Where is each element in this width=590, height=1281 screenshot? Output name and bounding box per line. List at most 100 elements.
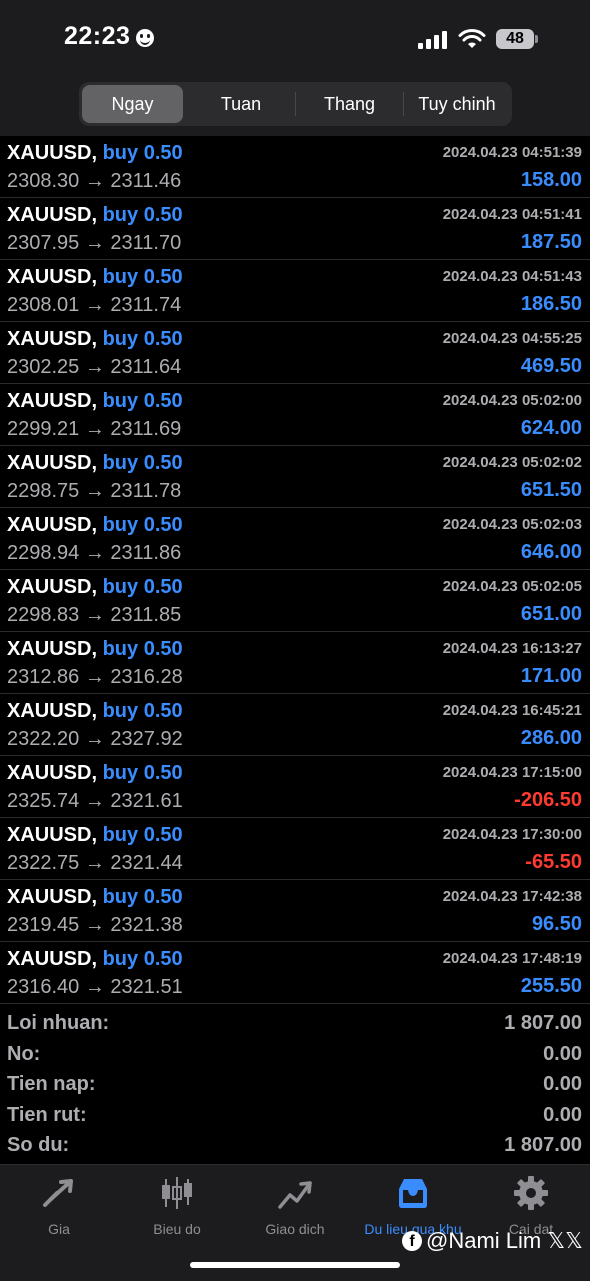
- open-price: 2319.45: [7, 914, 80, 936]
- deal-date: 2024.04.23 05:02:02: [442, 454, 582, 471]
- close-price: 2316.28: [110, 666, 183, 688]
- summary-section: Loi nhuan: 1 807.00 No: 0.00 Tien nap: 0.00 Ti…: [0, 1010, 590, 1163]
- open-price: 2298.94: [7, 542, 80, 564]
- open-price: 2298.75: [7, 480, 80, 502]
- deal-side: buy 0.50: [102, 576, 183, 598]
- deal-row[interactable]: XAUUSD, buy 0.50 2024.04.23 17:48:19 2316.…: [0, 942, 590, 1004]
- deal-row[interactable]: XAUUSD, buy 0.50 2024.04.23 05:02:00 2299.…: [0, 384, 590, 446]
- symbol-text: XAUUSD,: [7, 762, 98, 784]
- tab-gia[interactable]: Gia: [0, 1175, 118, 1237]
- open-price: 2325.74: [7, 790, 80, 812]
- tab-tuan[interactable]: Tuan: [187, 85, 295, 123]
- summary-label: Tien nap:: [7, 1073, 96, 1095]
- close-price: 2311.64: [110, 356, 182, 378]
- deal-row[interactable]: XAUUSD, buy 0.50 2024.04.23 17:42:38 2319.…: [0, 880, 590, 942]
- deal-symbol: XAUUSD, buy 0.50: [7, 204, 183, 227]
- deal-prices: 2312.86 → 2316.28: [7, 666, 183, 689]
- symbol-text: XAUUSD,: [7, 514, 98, 536]
- open-price: 2322.75: [7, 852, 80, 874]
- tab-giao-dich[interactable]: Giao dich: [236, 1175, 354, 1237]
- summary-label: Tien rut:: [7, 1103, 87, 1126]
- symbol-text: XAUUSD,: [7, 142, 98, 164]
- tab-bieu-do[interactable]: Bieu do: [118, 1175, 236, 1237]
- deal-symbol: XAUUSD, buy 0.50: [7, 514, 183, 537]
- deal-symbol: XAUUSD, buy 0.50: [7, 328, 183, 351]
- tab-label: Giao dich: [265, 1221, 325, 1237]
- deal-profit: 255.50: [520, 975, 582, 997]
- home-indicator[interactable]: [190, 1262, 400, 1268]
- deal-date: 2024.04.23 04:51:41: [442, 206, 582, 223]
- deal-date: 2024.04.23 17:15:00: [442, 764, 582, 781]
- deal-prices: 2316.40 → 2321.51: [7, 976, 183, 999]
- tab-tuy-chinh[interactable]: Tuy chinh: [404, 85, 510, 123]
- deal-date: 2024.04.23 04:51:43: [442, 268, 582, 285]
- open-price: 2302.25: [7, 356, 80, 378]
- history-tray-icon: [399, 1179, 427, 1208]
- deal-profit: 646.00: [520, 541, 582, 563]
- deal-row[interactable]: XAUUSD, buy 0.50 2024.04.23 16:45:21 2322.…: [0, 694, 590, 756]
- deal-profit: 651.00: [520, 603, 582, 625]
- status-time: 22:23: [64, 22, 131, 50]
- tab-label: Gia: [48, 1221, 70, 1237]
- deal-side: buy 0.50: [102, 824, 183, 846]
- deal-profit: 651.50: [520, 479, 582, 501]
- tab-thang[interactable]: Thang: [296, 85, 403, 123]
- deal-profit: -65.50: [525, 851, 582, 873]
- smiley-icon: [136, 29, 154, 47]
- deal-side: buy 0.50: [102, 204, 183, 226]
- deal-side: buy 0.50: [102, 700, 183, 722]
- deal-prices: 2322.75 → 2321.44: [7, 852, 183, 875]
- summary-value: 1 807.00: [504, 1134, 582, 1156]
- deal-row[interactable]: XAUUSD, buy 0.50 2024.04.23 05:02:02 2298.…: [0, 446, 590, 508]
- summary-row: Loi nhuan: 1 807.00: [0, 1010, 590, 1041]
- deal-row[interactable]: XAUUSD, buy 0.50 2024.04.23 05:02:03 2298.…: [0, 508, 590, 570]
- symbol-text: XAUUSD,: [7, 948, 98, 970]
- deal-symbol: XAUUSD, buy 0.50: [7, 886, 183, 909]
- close-price: 2311.85: [110, 604, 182, 626]
- deal-row[interactable]: XAUUSD, buy 0.50 2024.04.23 16:13:27 2312.…: [0, 632, 590, 694]
- cellular-signal-icon: [418, 31, 448, 49]
- deal-symbol: XAUUSD, buy 0.50: [7, 142, 183, 165]
- summary-row: Tien nap: 0.00: [0, 1071, 590, 1102]
- arrow-glyph: →: [84, 418, 105, 440]
- close-price: 2321.61: [110, 790, 183, 812]
- arrow-glyph: →: [84, 914, 105, 936]
- deal-row[interactable]: XAUUSD, buy 0.50 2024.04.23 04:55:25 2302.…: [0, 322, 590, 384]
- deal-row[interactable]: XAUUSD, buy 0.50 2024.04.23 04:51:43 2308.…: [0, 260, 590, 322]
- arrow-glyph: →: [84, 604, 105, 626]
- deal-date: 2024.04.23 05:02:03: [442, 516, 582, 533]
- deal-row[interactable]: XAUUSD, buy 0.50 2024.04.23 17:30:00 2322.…: [0, 818, 590, 880]
- deal-symbol: XAUUSD, buy 0.50: [7, 638, 183, 661]
- deal-prices: 2308.30 → 2311.46: [7, 170, 181, 193]
- deal-row[interactable]: XAUUSD, buy 0.50 2024.04.23 05:02:05 2298.…: [0, 570, 590, 632]
- deal-profit: 96.50: [531, 913, 582, 935]
- deal-prices: 2307.95 → 2311.70: [7, 232, 181, 255]
- deal-symbol: XAUUSD, buy 0.50: [7, 824, 183, 847]
- summary-value: 1 807.00: [504, 1012, 582, 1034]
- arrow-glyph: →: [84, 294, 105, 316]
- deal-row[interactable]: XAUUSD, buy 0.50 2024.04.23 04:51:41 2307.…: [0, 198, 590, 260]
- deal-row[interactable]: XAUUSD, buy 0.50 2024.04.23 17:15:00 2325.…: [0, 756, 590, 818]
- deal-prices: 2319.45 → 2321.38: [7, 914, 183, 937]
- deal-prices: 2298.75 → 2311.78: [7, 480, 181, 503]
- trade-chart-icon: [278, 1181, 312, 1209]
- symbol-text: XAUUSD,: [7, 204, 98, 226]
- summary-label: So du:: [7, 1134, 70, 1156]
- summary-value: 0.00: [543, 1073, 582, 1095]
- status-bar: 22:23 48: [0, 0, 590, 80]
- watermark-text: @Nami Lim 𝕏𝕏: [426, 1228, 583, 1253]
- symbol-text: XAUUSD,: [7, 824, 98, 846]
- deal-symbol: XAUUSD, buy 0.50: [7, 390, 183, 413]
- deal-date: 2024.04.23 17:42:38: [442, 888, 582, 905]
- tab-ngay[interactable]: Ngay: [82, 85, 183, 123]
- gear-icon: [514, 1176, 548, 1210]
- period-segmented-control: Ngay Tuan Thang Tuy chinh: [79, 82, 512, 126]
- deal-side: buy 0.50: [102, 514, 183, 536]
- candlestick-chart-icon: [162, 1177, 192, 1209]
- deal-profit: 158.00: [520, 169, 582, 191]
- deal-profit: 286.00: [520, 727, 582, 749]
- deal-row[interactable]: XAUUSD, buy 0.50 2024.04.23 04:51:39 2308.…: [0, 136, 590, 198]
- deal-side: buy 0.50: [102, 948, 183, 970]
- deal-profit: 187.50: [520, 231, 582, 253]
- deal-profit: 469.50: [520, 355, 582, 377]
